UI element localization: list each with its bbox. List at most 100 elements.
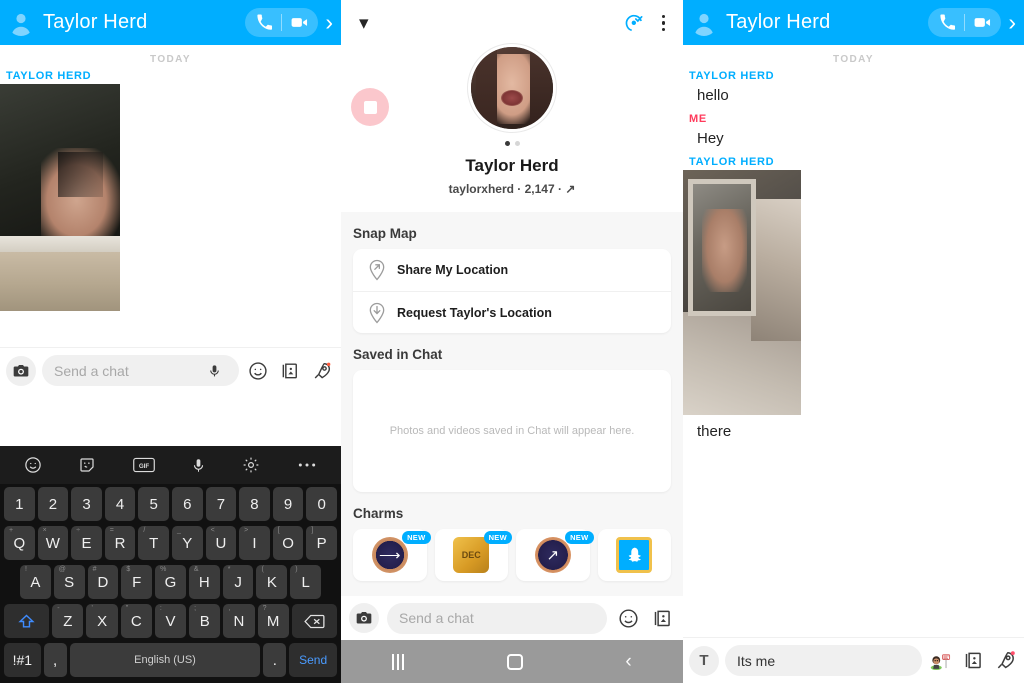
microphone-icon[interactable] — [201, 363, 227, 379]
key[interactable]: > I — [239, 526, 270, 560]
charm-item[interactable]: ↗ NEW — [516, 529, 594, 581]
key[interactable]: 8 — [239, 487, 270, 521]
shift-arrow-icon[interactable] — [4, 604, 50, 638]
snap-map-title: Snap Map — [353, 226, 417, 241]
video-camera-icon[interactable] — [965, 8, 999, 37]
page-title: Taylor Herd — [465, 156, 559, 175]
key[interactable]: 2 — [37, 487, 69, 521]
chat-input-placeholder: Send a chat — [399, 610, 474, 626]
message-text[interactable]: Hey — [683, 127, 1024, 154]
gear-icon[interactable] — [242, 456, 260, 474]
gif-icon[interactable]: GIF — [132, 457, 155, 473]
friend-added-check-icon[interactable] — [624, 13, 644, 33]
sticker-icon[interactable] — [78, 456, 96, 474]
key[interactable]: :V — [154, 604, 187, 638]
key[interactable]: _ Y — [171, 526, 203, 560]
message-group: TAYLOR HERD hello — [683, 68, 1024, 111]
rocket-icon[interactable] — [992, 650, 1018, 671]
chat-input-field[interactable]: Send a chat — [42, 355, 239, 386]
microphone-icon[interactable] — [191, 456, 206, 475]
chat-input-bar: T Its me — [683, 637, 1024, 683]
key[interactable]: 3 — [71, 487, 102, 521]
key[interactable]: ÷ E — [71, 526, 102, 560]
avatar[interactable] — [468, 44, 556, 132]
overflow-icon[interactable] — [297, 461, 317, 469]
key[interactable]: < U — [205, 526, 237, 560]
key[interactable]: × W — [37, 526, 69, 560]
keyboard-rows: 1 2 3 4 5 6 7 8 9 0 + Q × W ÷ E = R / T … — [0, 484, 341, 683]
key[interactable]: ) L — [290, 565, 322, 599]
chat-input-bar: Send a chat — [341, 596, 683, 640]
space-key[interactable]: English (US) — [69, 643, 261, 677]
key[interactable]: @ S — [53, 565, 85, 599]
key[interactable]: ? M — [257, 604, 289, 638]
keyboard-row-qwerty: + Q × W ÷ E = R / T _ Y < U > I [O ] P — [2, 526, 339, 560]
charm-item[interactable]: ⟶ NEW — [353, 529, 431, 581]
phone-icon[interactable] — [930, 8, 964, 37]
share-my-location-row[interactable]: Share My Location — [353, 249, 671, 291]
key[interactable]: 7 — [205, 487, 237, 521]
sticker-cards-icon[interactable] — [649, 608, 675, 629]
request-location-row[interactable]: Request Taylor's Location — [353, 291, 671, 333]
image-attachment[interactable] — [0, 84, 120, 311]
chat-input-field[interactable]: Its me — [725, 645, 922, 676]
chevron-right-icon[interactable]: › — [325, 11, 335, 34]
kebab-menu-icon[interactable] — [656, 13, 672, 34]
home-square-icon[interactable] — [506, 653, 523, 670]
send-key[interactable]: Send — [289, 643, 337, 677]
recents-bars-icon[interactable] — [392, 653, 405, 670]
chevron-down-icon[interactable]: ▾ — [353, 14, 375, 33]
key[interactable]: ; B — [189, 604, 221, 638]
video-camera-icon[interactable] — [282, 8, 316, 37]
key[interactable]: (K — [256, 565, 288, 599]
camera-icon[interactable] — [6, 355, 36, 386]
message-text[interactable]: there — [683, 415, 1024, 447]
phone-icon[interactable] — [247, 8, 281, 37]
back-chevron-icon[interactable]: ‹ — [625, 651, 631, 673]
emoji-icon[interactable] — [245, 361, 271, 381]
key[interactable]: * J — [222, 565, 254, 599]
key[interactable]: ' X — [86, 604, 118, 638]
period-key[interactable]: . — [263, 643, 287, 677]
text-T-icon[interactable]: T — [689, 645, 719, 676]
backspace-icon[interactable] — [291, 604, 338, 638]
key[interactable]: # D — [87, 565, 119, 599]
key[interactable]: ! A — [20, 565, 51, 599]
chat-input-placeholder: Send a chat — [54, 362, 129, 379]
key[interactable]: " C — [120, 604, 152, 638]
key[interactable]: & H — [188, 565, 220, 599]
key[interactable]: 5 — [138, 487, 169, 521]
chat-input-field[interactable]: Send a chat — [387, 602, 607, 634]
comma-key[interactable]: , — [43, 643, 67, 677]
key[interactable]: 1 — [4, 487, 35, 521]
charm-item[interactable] — [597, 529, 671, 581]
bitmoji-icon[interactable] — [928, 651, 954, 671]
key[interactable]: / T — [138, 526, 169, 560]
camera-icon[interactable] — [349, 603, 379, 633]
person-icon[interactable] — [691, 10, 717, 36]
key[interactable]: + Q — [4, 526, 35, 560]
sticker-cards-icon[interactable] — [277, 361, 303, 381]
key[interactable]: [O — [272, 526, 304, 560]
key[interactable]: = R — [104, 526, 136, 560]
image-attachment[interactable] — [683, 169, 801, 415]
key[interactable]: % G — [155, 565, 186, 599]
key[interactable]: 9 — [272, 487, 304, 521]
emoji-icon[interactable] — [24, 456, 42, 474]
symbols-key[interactable]: !#1 — [4, 643, 41, 677]
charm-item[interactable]: DEC NEW — [434, 529, 512, 581]
key[interactable]: 6 — [171, 487, 203, 521]
key[interactable]: 0 — [306, 487, 337, 521]
key[interactable]: -Z — [52, 604, 84, 638]
person-icon[interactable] — [8, 10, 34, 36]
sticker-cards-icon[interactable] — [960, 650, 986, 671]
keyboard-row-bottom: !#1 , English (US) . Send — [2, 643, 339, 677]
message-text[interactable]: hello — [683, 84, 1024, 111]
key[interactable]: ] P — [306, 526, 337, 560]
rocket-icon[interactable] — [309, 361, 335, 381]
emoji-icon[interactable] — [615, 608, 641, 629]
key[interactable]: $ F — [121, 565, 153, 599]
key[interactable]: 4 — [104, 487, 136, 521]
chevron-right-icon[interactable]: › — [1008, 11, 1018, 34]
key[interactable]: ,N — [223, 604, 255, 638]
